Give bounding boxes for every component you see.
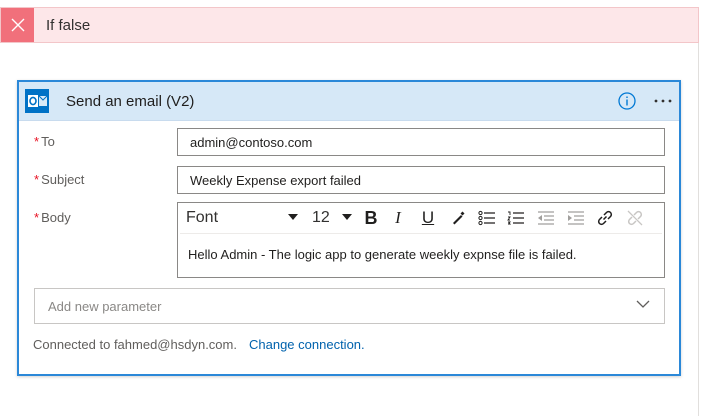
unlink-icon[interactable] <box>624 207 646 229</box>
info-icon[interactable] <box>617 91 637 111</box>
if-false-branch-header[interactable]: If false <box>0 7 699 43</box>
change-connection-link[interactable]: Change connection. <box>249 337 365 352</box>
send-email-action-card: Send an email (V2) * To admin@contoso.com… <box>17 80 681 376</box>
bullet-list-icon[interactable] <box>476 207 498 229</box>
subject-field[interactable]: Weekly Expense export failed <box>177 166 665 194</box>
action-card-header[interactable]: Send an email (V2) <box>19 82 679 121</box>
connection-info: Connected to fahmed@hsdyn.com. <box>33 337 237 352</box>
link-icon[interactable] <box>594 207 616 229</box>
decrease-indent-icon[interactable] <box>535 207 557 229</box>
chevron-down-icon <box>288 214 298 220</box>
numbered-list-icon[interactable] <box>505 207 527 229</box>
body-content[interactable]: Hello Admin - The logic app to generate … <box>178 234 664 262</box>
to-label-text: To <box>41 134 55 149</box>
body-label: * Body <box>34 210 71 225</box>
font-size-value: 12 <box>312 209 330 226</box>
underline-icon[interactable]: U <box>417 207 439 229</box>
font-family-value: Font <box>186 209 219 226</box>
close-icon[interactable] <box>1 8 34 42</box>
branch-label: If false <box>46 16 91 34</box>
action-title: Send an email (V2) <box>66 92 195 110</box>
highlight-icon[interactable] <box>447 207 469 229</box>
subject-label-text: Subject <box>41 172 85 187</box>
to-field-value: admin@contoso.com <box>190 134 313 150</box>
subject-field-value: Weekly Expense export failed <box>190 172 362 188</box>
required-marker: * <box>34 134 40 149</box>
chevron-down-icon <box>636 300 650 308</box>
editor-toolbar: Font 12 B I U <box>180 203 662 234</box>
to-label: * To <box>34 134 55 149</box>
outlook-icon <box>25 89 49 113</box>
add-new-parameter-dropdown[interactable]: Add new parameter <box>34 288 665 324</box>
add-parameter-placeholder: Add new parameter <box>48 298 162 314</box>
more-options-icon[interactable] <box>651 91 675 111</box>
chevron-down-icon <box>342 214 352 220</box>
bold-icon[interactable]: B <box>360 207 382 229</box>
body-editor[interactable]: Font 12 B I U Hello Admin - The logic ap… <box>177 202 665 278</box>
font-size-select[interactable]: 12 <box>312 207 352 229</box>
required-marker: * <box>34 210 40 225</box>
container-border <box>698 43 699 416</box>
increase-indent-icon[interactable] <box>565 207 587 229</box>
font-family-select[interactable]: Font <box>186 207 298 229</box>
subject-label: * Subject <box>34 172 84 187</box>
required-marker: * <box>34 172 40 187</box>
italic-icon[interactable]: I <box>387 207 409 229</box>
body-label-text: Body <box>41 210 71 225</box>
to-field[interactable]: admin@contoso.com <box>177 128 665 156</box>
